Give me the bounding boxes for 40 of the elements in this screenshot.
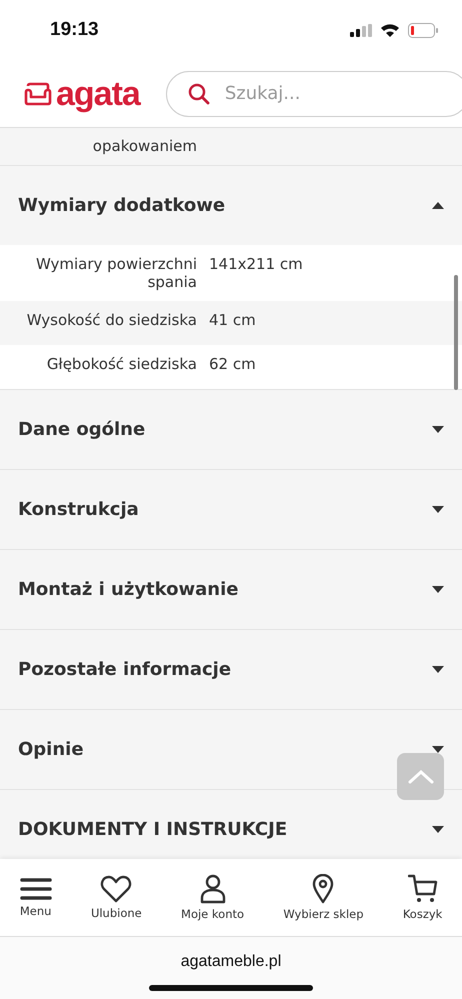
spec-value: 62 cm [209,355,256,373]
location-pin-icon [312,874,334,904]
section-title[interactable]: Opinie [18,739,84,760]
status-time: 19:13 [50,19,99,41]
wifi-icon [380,22,400,38]
caret-icon[interactable] [432,826,444,833]
section-title[interactable]: Pozostałe informacje [18,659,232,680]
caret-icon[interactable] [432,202,444,209]
user-icon [198,874,227,904]
spec-label: Wysokość do siedziska [26,311,197,329]
battery-icon [408,22,438,38]
nav-item[interactable]: Menu [20,877,52,918]
section-title[interactable]: Konstrukcja [18,499,139,520]
address-url[interactable]: agatameble.pl [180,953,282,971]
spec-label: Głębokość siedziska [46,355,197,373]
heart-icon [100,875,132,903]
spec-value: 141x211 cm [209,255,303,273]
spec-label: opakowaniem [92,137,197,155]
section-title[interactable]: DOKUMENTY I INSTRUKCJE [18,819,288,840]
nav-item[interactable]: Moje konto [181,874,244,921]
spec-label: Wymiary powierzchni spania [34,255,197,291]
cart-icon [408,874,438,904]
menu-icon [20,877,52,901]
sofa-logo-icon [24,82,52,106]
section-title[interactable]: Wymiary dodatkowe [18,195,226,216]
caret-icon[interactable] [432,426,444,433]
caret-icon[interactable] [432,666,444,673]
nav-item[interactable]: Ulubione [90,875,142,920]
caret-icon[interactable] [432,586,444,593]
nav-item[interactable]: Wybierz sklep [283,874,364,921]
signal-icon [350,24,372,36]
section-title[interactable]: Dane ogólne [18,419,146,440]
search-field[interactable]: Szukaj... [166,70,462,116]
chevron-up-icon [408,770,434,784]
section-title[interactable]: Montaż i użytkowanie [18,579,238,600]
logo-text[interactable]: agata [56,76,140,110]
nav-item[interactable]: Koszyk [402,874,442,921]
scrollbar[interactable] [454,275,458,390]
spec-value: 41 cm [209,311,256,329]
caret-icon[interactable] [432,506,444,513]
